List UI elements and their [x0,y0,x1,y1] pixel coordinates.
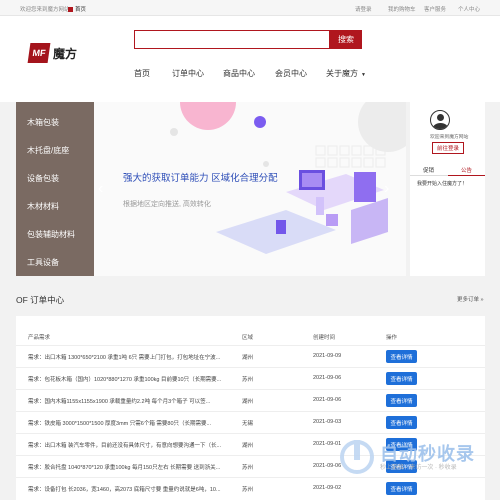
row-region: 无锡 [242,421,254,427]
row-date: 2021-09-06 [313,375,342,381]
logo-text: 魔方 [53,46,78,61]
login-link[interactable]: 请登录 [355,5,372,13]
sidebar-item-tools[interactable]: 工具设备 [27,257,59,268]
category-sidebar: 木箱包装 木托盘/底座 设备包装 木材材料 包装辅助材料 工具设备 [16,102,94,276]
watermark-subtext: 秒上链接 · 来访一次 · 秒收录 [380,465,457,471]
nav-about[interactable]: 关于魔方 ▼ [326,68,366,79]
col-header-action: 操作 [386,335,398,341]
view-detail-button[interactable]: 查看详情 [386,394,417,407]
row-region: 湖州 [242,355,254,361]
row-region: 苏州 [242,487,254,493]
login-button[interactable]: 前往登录 [432,142,464,154]
tab-announcement[interactable]: 公告 [448,164,485,176]
header: MF 魔方 搜索 首页 订单中心 商品中心 会员中心 关于魔方 ▼ [0,16,500,102]
carousel-next-arrow[interactable]: › [384,180,389,198]
cart-link[interactable]: 我的购物车 [388,5,416,13]
row-date: 2021-09-01 [313,441,342,447]
sidebar-item-wood-material[interactable]: 木材材料 [27,201,59,212]
row-demand: 需求：包花板木箱（国内）1020*880*1270 承重100kg 目前要10只… [28,377,222,383]
nav-about-label: 关于魔方 [326,69,358,78]
table-row: 需求：铁皮箱 3000*1500*1500 厚度3mm 只需6个箱 需要80只（… [16,411,485,433]
logo[interactable]: MF 魔方 [27,43,78,63]
tab-promotion[interactable]: 促销 [410,164,447,176]
row-date: 2021-09-02 [313,485,342,491]
search-button[interactable]: 搜索 [330,30,362,49]
table-row: 需求：出口木箱 1300*650*2100 承重1吨 6只 需要上门打包，打包地… [16,345,485,367]
nav-product-center[interactable]: 商品中心 [223,68,255,79]
search-input[interactable] [134,30,330,49]
row-date: 2021-09-09 [313,353,342,359]
table-row: 需求：国内木箱1155x1155x1900 承载重量约2.2吨 每个月3个箱子 … [16,389,485,411]
view-detail-button[interactable]: 查看详情 [386,416,417,429]
row-demand: 需求：设备打包 长2036，宽1460，高2073 底箱尺寸要 重量约说就是6吨… [28,487,221,493]
row-region: 苏州 [242,377,254,383]
view-detail-button[interactable]: 查看详情 [386,372,417,385]
sidebar-item-equipment-packing[interactable]: 设备包装 [27,173,59,184]
row-region: 湖州 [242,399,254,405]
row-demand: 需求：出口木箱 装汽车零件，目前还没有具体尺寸，有意向想要沟通一下（长... [28,443,222,449]
home-link[interactable]: 首页 [68,5,86,13]
logo-mark: MF [27,43,51,63]
user-welcome: 欢迎来到魔方网站 [430,135,469,140]
row-demand: 需求：铁皮箱 3000*1500*1500 厚度3mm 只需6个箱 需要80只（… [28,421,212,427]
row-date: 2021-09-03 [313,419,342,425]
personal-center-link[interactable]: 个人中心 [458,5,480,13]
col-header-region: 区域 [242,335,254,341]
row-date: 2021-09-06 [313,463,342,469]
col-header-created: 创建时间 [313,335,336,341]
home-icon [68,6,73,12]
view-detail-button[interactable]: 查看详情 [386,350,417,363]
avatar [430,110,450,130]
row-date: 2021-09-06 [313,397,342,403]
col-header-demand: 产品需求 [28,335,51,341]
home-link-label: 首页 [75,7,87,13]
nav-member-center[interactable]: 会员中心 [275,68,307,79]
carousel-prev-arrow[interactable]: ‹ [98,180,103,198]
row-demand: 需求：出口木箱 1300*650*2100 承重1吨 6只 需要上门打包，打包地… [28,355,221,361]
row-demand: 需求：胶合托盘 1040*870*120 承重100kg 每月150只左右 长期… [28,465,221,471]
nav-order-center[interactable]: 订单中心 [172,68,204,79]
welcome-text: 欢迎您来到魔方网站! [20,7,72,13]
nav-home[interactable]: 首页 [134,68,150,79]
chevron-down-icon: ▼ [361,72,366,78]
announcement-item[interactable]: 我要开始入住魔方了！ [417,180,467,187]
customer-service-link[interactable]: 客户服务 [424,5,446,13]
table-row: 需求：包花板木箱（国内）1020*880*1270 承重100kg 目前要10只… [16,367,485,389]
watermark-logo-icon [340,440,374,474]
row-region: 湖州 [242,443,254,449]
row-region: 苏州 [242,465,254,471]
banner-subslogan: 根据地区定向推送, 高效转化 [123,201,211,208]
row-demand: 需求：国内木箱1155x1155x1900 承载重量约2.2吨 每个月3个箱子 … [28,399,211,405]
user-panel: 欢迎来到魔方网站 前往登录 促销 公告 我要开始入住魔方了！ [410,102,485,276]
section-title: OF 订单中心 [16,295,65,305]
sidebar-item-packing-aux[interactable]: 包装辅助材料 [27,229,75,240]
banner-slogan: 强大的获取订单能力 区域化合理分配 [123,173,278,184]
sidebar-item-pallet[interactable]: 木托盘/底座 [27,145,69,156]
notice-tabs: 促销 公告 [410,164,485,176]
more-orders-link[interactable]: 更多订单 » [457,295,484,303]
top-bar: 欢迎您来到魔方网站! 首页 请登录 我的购物车 客户服务 个人中心 [0,0,500,16]
watermark: 自动秒收录 秒上链接 · 来访一次 · 秒收录 [340,438,495,488]
sidebar-item-wooden-box[interactable]: 木箱包装 [27,117,59,128]
